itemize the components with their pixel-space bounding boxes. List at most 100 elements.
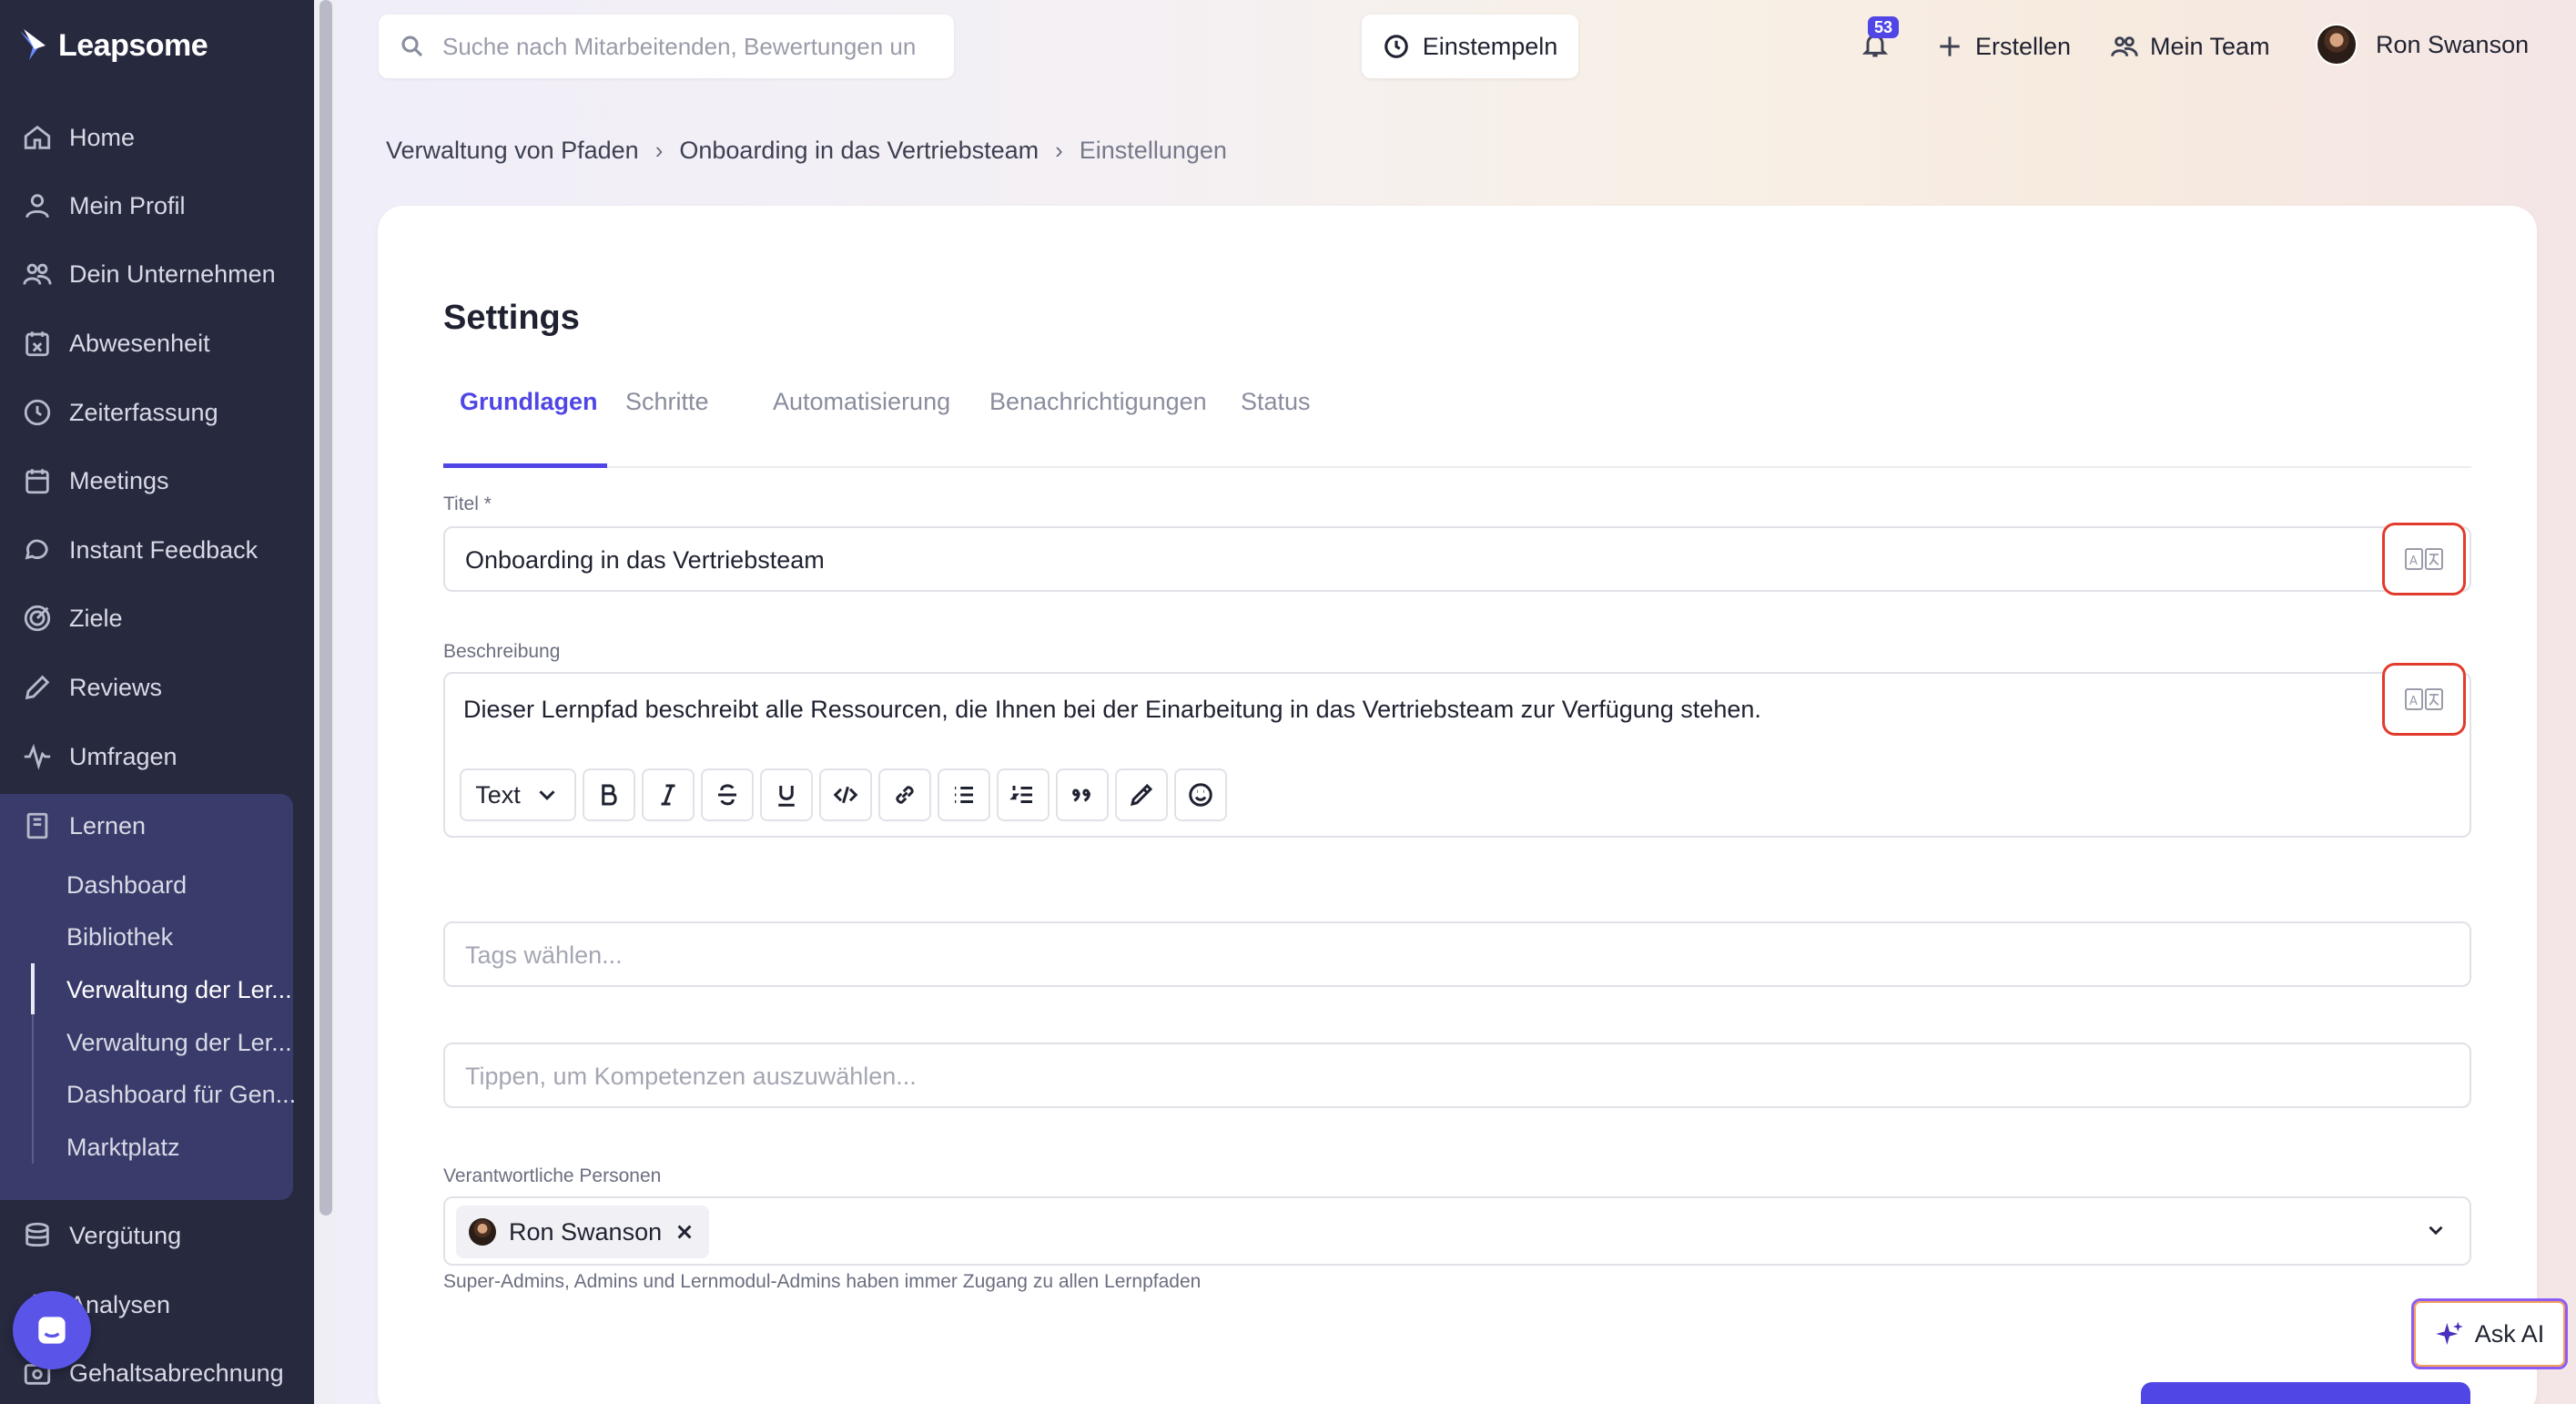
description-translate-button[interactable]: A <box>2382 663 2466 736</box>
breadcrumb-item[interactable]: Verwaltung von Pfaden <box>386 137 639 165</box>
user-name: Ron Swanson <box>2376 30 2530 58</box>
skills-placeholder: Tippen, um Kompetenzen auszuwählen... <box>465 1063 917 1090</box>
tags-field[interactable]: Tags wählen... <box>443 921 2471 987</box>
owner-chip-label: Ron Swanson <box>509 1217 663 1246</box>
global-search[interactable] <box>379 15 954 78</box>
bullet-list-icon <box>955 787 973 803</box>
book-icon <box>26 812 48 839</box>
title-label: Titel * <box>443 493 492 514</box>
owners-select[interactable]: Ron Swanson <box>443 1196 2471 1266</box>
sidebar-subitem-general-dashboard[interactable]: Dashboard für Gen... <box>66 1071 294 1118</box>
translate-icon: A <box>2405 688 2443 710</box>
description-label: Beschreibung <box>443 641 561 662</box>
tab-notifications[interactable]: Benachrichtigungen <box>989 384 1207 468</box>
strikethrough-button[interactable] <box>701 768 754 821</box>
clock-icon <box>24 399 51 426</box>
emoji-button[interactable] <box>1174 768 1227 821</box>
avatar <box>2316 24 2358 66</box>
underline-icon <box>778 786 795 807</box>
code-button[interactable] <box>819 768 872 821</box>
sidebar-item-instant-feedback[interactable]: Instant Feedback <box>0 524 314 575</box>
sidebar-item-label: Home <box>69 123 136 151</box>
sidebar-item-profile[interactable]: Mein Profil <box>0 180 314 231</box>
quote-icon <box>1072 788 1090 802</box>
sidebar-subitem-path-management[interactable]: Verwaltung der Ler... <box>66 966 294 1013</box>
sidebar-item-label: Meetings <box>69 466 169 494</box>
sidebar-item-home[interactable]: Home <box>0 112 314 163</box>
chat-icon <box>25 539 48 560</box>
numbered-list-button[interactable] <box>997 768 1050 821</box>
link-button[interactable] <box>878 768 931 821</box>
close-icon[interactable] <box>674 1222 695 1242</box>
chevron-down-icon <box>539 790 555 800</box>
sidebar-scrollbar-thumb[interactable] <box>319 0 332 1216</box>
chat-bubble-icon <box>38 1317 66 1344</box>
create-button[interactable]: Erstellen <box>1935 25 2071 67</box>
sidebar: Leapsome Home Mein Profil Dein Unternehm… <box>0 0 314 1404</box>
underline-button[interactable] <box>760 768 813 821</box>
my-team-label: Mein Team <box>2150 32 2270 60</box>
calendar-x-icon <box>25 331 49 357</box>
team-icon <box>2111 36 2138 57</box>
title-value: Onboarding in das Vertriebsteam <box>465 546 825 574</box>
bullet-list-button[interactable] <box>938 768 990 821</box>
sidebar-subitem-dashboard[interactable]: Dashboard <box>66 861 294 909</box>
sidebar-item-compensation[interactable]: Vergütung <box>0 1210 314 1261</box>
sidebar-item-time-tracking[interactable]: Zeiterfassung <box>0 387 314 438</box>
support-chat-button[interactable] <box>13 1291 91 1369</box>
home-icon <box>24 125 51 149</box>
italic-button[interactable] <box>642 768 695 821</box>
sidebar-item-reviews[interactable]: Reviews <box>0 662 314 713</box>
description-value[interactable]: Dieser Lernpfad beschreibt alle Ressourc… <box>463 696 1761 724</box>
skills-field[interactable]: Tippen, um Kompetenzen auszuwählen... <box>443 1043 2471 1108</box>
sidebar-item-goals[interactable]: Ziele <box>0 593 314 644</box>
svg-text:A: A <box>2409 554 2418 568</box>
sidebar-item-company[interactable]: Dein Unternehmen <box>0 249 314 300</box>
sidebar-subitem-library[interactable]: Bibliothek <box>66 913 294 961</box>
sidebar-item-meetings[interactable]: Meetings <box>0 455 314 506</box>
sidebar-item-label: Instant Feedback <box>69 535 259 564</box>
user-menu[interactable]: Ron Swanson <box>2316 24 2529 66</box>
bold-button[interactable] <box>583 768 635 821</box>
breadcrumb-item[interactable]: Onboarding in das Vertriebsteam <box>679 137 1039 165</box>
title-translate-button[interactable]: A <box>2382 523 2466 595</box>
sidebar-item-label: Reviews <box>69 673 163 701</box>
text-style-dropdown[interactable]: Text <box>460 768 576 821</box>
owners-dropdown-toggle[interactable] <box>2424 1218 2448 1242</box>
numbered-list-icon <box>1009 786 1032 803</box>
my-team-button[interactable]: Mein Team <box>2110 25 2270 67</box>
sidebar-subitem-marketplace[interactable]: Marktplatz <box>66 1124 294 1171</box>
owner-chip: Ron Swanson <box>456 1206 710 1258</box>
sidebar-subitem-learning-management[interactable]: Verwaltung der Ler... <box>66 1019 294 1066</box>
sparkle-icon <box>2436 1321 2463 1345</box>
highlight-button[interactable] <box>1115 768 1168 821</box>
italic-icon <box>661 784 675 806</box>
tab-automation[interactable]: Automatisierung <box>773 384 950 468</box>
brand-logo[interactable]: Leapsome <box>18 27 208 64</box>
sidebar-item-learning[interactable]: Lernen <box>0 800 314 851</box>
quote-button[interactable] <box>1056 768 1109 821</box>
save-button[interactable] <box>2141 1382 2470 1404</box>
tags-placeholder: Tags wählen... <box>465 941 623 969</box>
highlighter-icon <box>1130 783 1153 807</box>
tab-status[interactable]: Status <box>1241 384 1311 468</box>
sidebar-item-label: Dein Unternehmen <box>69 259 276 288</box>
sidebar-item-label: Mein Profil <box>69 191 186 219</box>
clock-in-button[interactable]: Einstempeln <box>1362 15 1578 78</box>
title-field[interactable]: Onboarding in das Vertriebsteam <box>443 526 2471 592</box>
notification-count-badge: 53 <box>1868 16 1900 38</box>
search-input[interactable] <box>442 32 952 61</box>
create-label: Erstellen <box>1975 32 2072 60</box>
tab-basics[interactable]: Grundlagen <box>443 384 607 468</box>
sidebar-item-absence[interactable]: Abwesenheit <box>0 318 314 369</box>
ask-ai-button[interactable]: Ask AI <box>2411 1298 2568 1369</box>
description-editor[interactable]: Dieser Lernpfad beschreibt alle Ressourc… <box>443 672 2471 838</box>
pencil-icon <box>25 675 50 700</box>
clock-icon <box>1384 35 1408 58</box>
avatar <box>469 1218 496 1246</box>
brand-name: Leapsome <box>58 27 208 63</box>
sidebar-item-surveys[interactable]: Umfragen <box>0 731 314 782</box>
tab-steps[interactable]: Schritte <box>625 384 709 468</box>
leapsome-logo-icon <box>20 29 46 60</box>
owners-hint: Super-Admins, Admins und Lernmodul-Admin… <box>443 1271 1202 1292</box>
